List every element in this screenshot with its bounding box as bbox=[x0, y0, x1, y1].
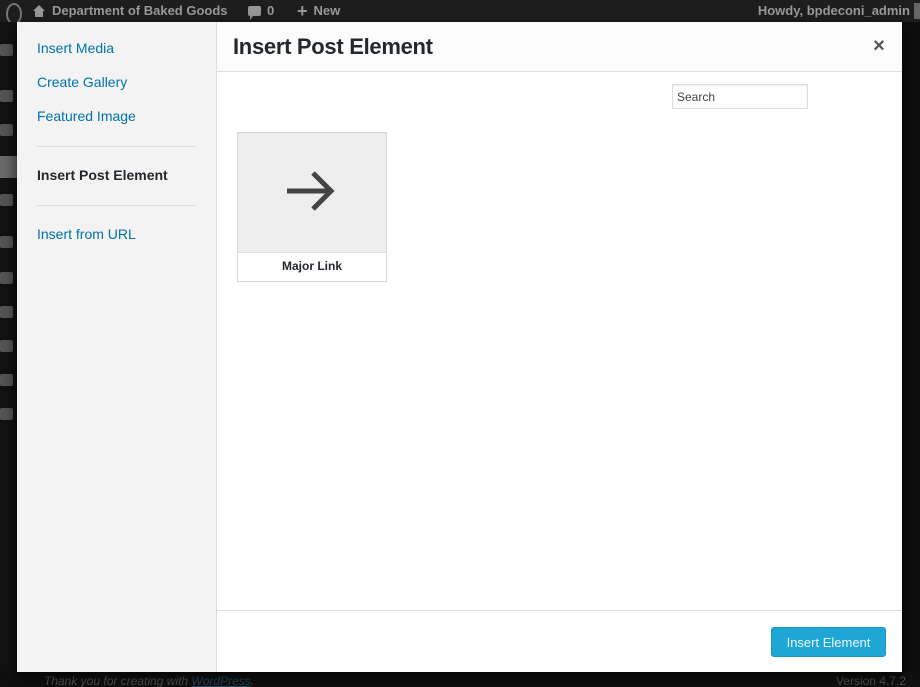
insert-post-element-modal: Insert Media Create Gallery Featured Ima… bbox=[17, 22, 902, 672]
menu-separator bbox=[37, 146, 196, 147]
arrow-right-icon bbox=[287, 171, 335, 211]
account-menu[interactable]: Howdy, bpdeconi_admin bbox=[758, 0, 910, 22]
wordpress-link[interactable]: WordPress bbox=[191, 674, 250, 687]
element-label: Major Link bbox=[281, 259, 342, 273]
site-name: Department of Baked Goods bbox=[52, 3, 228, 18]
menu-item-insert-post-element[interactable]: Insert Post Element bbox=[37, 167, 168, 183]
close-icon[interactable]: × bbox=[870, 36, 888, 56]
admin-footer: Thank you for creating with WordPress. V… bbox=[0, 671, 920, 687]
avatar[interactable] bbox=[914, 3, 920, 19]
pin-icon[interactable] bbox=[0, 90, 13, 102]
comments-icon[interactable] bbox=[0, 194, 13, 206]
element-thumbnail bbox=[238, 133, 386, 253]
modal-menu: Insert Media Create Gallery Featured Ima… bbox=[17, 22, 217, 672]
site-name-link[interactable]: Department of Baked Goods bbox=[32, 0, 228, 22]
home-icon bbox=[32, 5, 46, 17]
pages-icon[interactable] bbox=[0, 156, 17, 178]
menu-item-featured-image[interactable]: Featured Image bbox=[37, 108, 136, 124]
modal-toolbar: Insert Element bbox=[217, 610, 902, 672]
menu-item-create-gallery[interactable]: Create Gallery bbox=[37, 74, 127, 90]
plus-icon: + bbox=[297, 1, 308, 21]
media-icon[interactable] bbox=[0, 124, 13, 136]
greeting: Howdy, bpdeconi_admin bbox=[757, 3, 910, 18]
menu-item-insert-from-url[interactable]: Insert from URL bbox=[37, 226, 136, 242]
appearance-icon[interactable] bbox=[0, 236, 13, 248]
menu-separator bbox=[37, 205, 196, 206]
users-icon[interactable] bbox=[0, 306, 13, 318]
admin-menu bbox=[0, 22, 17, 687]
dashboard-icon[interactable] bbox=[0, 44, 13, 56]
plugins-icon[interactable] bbox=[0, 272, 13, 284]
footer-version: Version 4.7.2 bbox=[835, 674, 906, 687]
settings-icon[interactable] bbox=[0, 374, 13, 386]
new-label: New bbox=[313, 3, 341, 18]
collapse-icon[interactable] bbox=[0, 408, 13, 420]
admin-bar: Department of Baked Goods 0 + New Howdy,… bbox=[0, 0, 920, 25]
footer-thanks: Thank you for creating with WordPress. bbox=[44, 674, 255, 687]
element-tile-major-link[interactable]: Major Link bbox=[237, 132, 387, 282]
search-input[interactable] bbox=[672, 84, 808, 109]
modal-content: Major Link bbox=[217, 72, 902, 610]
tools-icon[interactable] bbox=[0, 340, 13, 352]
insert-element-button[interactable]: Insert Element bbox=[771, 627, 886, 657]
comments-link[interactable]: 0 bbox=[248, 0, 274, 22]
modal-title: Insert Post Element bbox=[233, 34, 433, 59]
new-content-link[interactable]: + New bbox=[297, 0, 340, 22]
comment-count: 0 bbox=[267, 3, 275, 18]
modal-header: Insert Post Element × bbox=[217, 22, 902, 72]
comment-icon bbox=[248, 6, 261, 20]
menu-item-insert-media[interactable]: Insert Media bbox=[37, 40, 114, 56]
